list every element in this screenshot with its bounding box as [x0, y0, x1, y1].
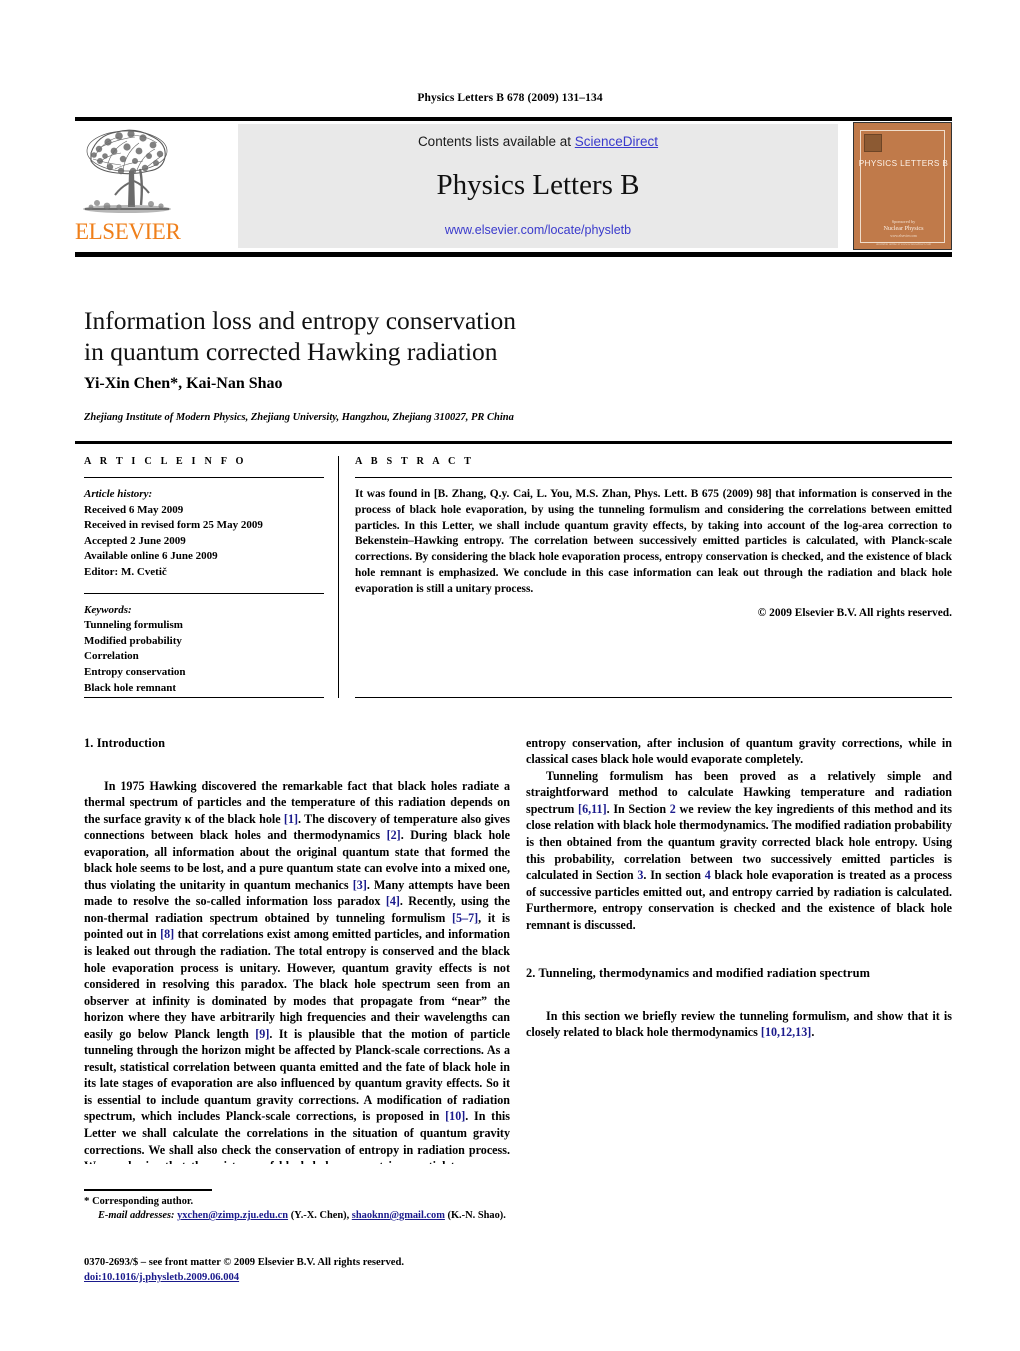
abstract-divider [355, 477, 952, 478]
keywords-label: Keywords: [84, 603, 132, 616]
section-heading-tunneling: 2. Tunneling, thermodynamics and modifie… [526, 966, 871, 981]
elsevier-tree-icon [83, 129, 171, 213]
history-item: Received in revised form 25 May 2009 [84, 519, 263, 532]
contents-prefix-text: Contents lists available at [417, 134, 575, 149]
article-info-bottom-rule [84, 697, 324, 698]
keywords-divider [84, 592, 324, 594]
journal-url-link[interactable]: www.elsevier.com/locate/physletb [238, 223, 838, 237]
text-run: that correlations exist among emitted pa… [84, 927, 510, 1041]
text-run: In this section we briefly review the tu… [526, 1008, 952, 1040]
article-title: Information loss and entropy conservatio… [84, 305, 724, 367]
body-column-left: 1. Introduction In 1975 Hawking discover… [84, 735, 510, 1164]
abstract-copyright: © 2009 Elsevier B.V. All rights reserved… [757, 606, 952, 619]
abstract-column: A B S T R A C T It was found in [B. Zhan… [355, 456, 952, 619]
cover-title: PHYSICS LETTERS B [858, 159, 949, 168]
journal-title: Physics Letters B [436, 169, 640, 201]
citation-link[interactable]: [4] [386, 894, 400, 908]
citation-link[interactable]: [10,12,13] [761, 1025, 811, 1039]
footnote-block: * Corresponding author. E-mail addresses… [84, 1194, 510, 1223]
footnote-rule [84, 1189, 212, 1191]
citation-link[interactable]: [5–7] [452, 911, 478, 925]
cover-footline-4: Available online at www.sciencedirect.co… [875, 242, 932, 246]
journal-article-page: Physics Letters B 678 (2009) 131–134 ELS… [0, 0, 1020, 1351]
article-history-block: Article history: Received 6 May 2009 Rec… [84, 487, 324, 581]
article-info-heading: A R T I C L E I N F O [84, 456, 247, 467]
text-run: . In Section [606, 801, 670, 816]
corresponding-author-text: Corresponding author. [92, 1196, 194, 1207]
running-head: Physics Letters B 678 (2009) 131–134 [417, 92, 603, 104]
doi-link[interactable]: doi:10.1016/j.physletb.2009.06.004 [84, 1272, 239, 1283]
elsevier-wordmark: ELSEVIER [75, 219, 181, 244]
citation-link[interactable]: [9] [255, 1027, 269, 1041]
citation-link[interactable]: [3] [353, 878, 367, 892]
keyword-item: Black hole remnant [84, 681, 177, 694]
cover-emblem-icon [864, 134, 882, 152]
metadata-top-rule [75, 441, 952, 444]
keywords-block: Keywords: Tunneling formulism Modified p… [84, 603, 324, 697]
article-title-line-1: Information loss and entropy conservatio… [84, 306, 516, 335]
journal-cover-thumbnail: PHYSICS LETTERS B Sponsored by Nuclear P… [853, 122, 952, 250]
email-link-chen[interactable]: yxchen@zimp.zju.edu.cn [177, 1210, 288, 1221]
footnote-marker: * [84, 1195, 90, 1207]
history-item: Received 6 May 2009 [84, 503, 184, 516]
email-link-shao[interactable]: shaoknn@gmail.com [352, 1210, 445, 1221]
issn-copyright-line: 0370-2693/$ – see front matter © 2009 El… [84, 1257, 404, 1268]
abstract-text: It was found in [B. Zhang, Q.y. Cai, L. … [355, 488, 952, 595]
keyword-item: Modified probability [84, 634, 182, 647]
citation-link[interactable]: [2] [387, 828, 401, 842]
abstract-bottom-rule [355, 697, 952, 698]
journal-banner: Contents lists available at ScienceDirec… [238, 124, 838, 248]
author-list: Yi-Xin Chen*, Kai-Nan Shao [84, 375, 283, 392]
cover-footline-1: Sponsored by [891, 219, 916, 224]
text-run: . In section [643, 868, 705, 883]
info-abstract-divider [338, 456, 339, 698]
history-item: Available online 6 June 2009 [84, 550, 218, 563]
paragraph: Tunneling formulism has been proved as a… [526, 768, 952, 933]
article-info-column: A R T I C L E I N F O Article history: R… [84, 456, 324, 696]
email-author-chen: (Y.-X. Chen), [290, 1210, 350, 1221]
history-item: Editor: M. Cvetič [84, 565, 167, 578]
article-title-line-2: in quantum corrected Hawking radiation [84, 337, 498, 366]
imprint-block: 0370-2693/$ – see front matter © 2009 El… [84, 1256, 544, 1285]
citation-link[interactable]: [6,11] [578, 802, 607, 816]
sciencedirect-link[interactable]: ScienceDirect [575, 134, 658, 149]
abstract-heading: A B S T R A C T [355, 456, 475, 467]
elsevier-logo: ELSEVIER [75, 123, 181, 249]
cover-footline-2: Nuclear Physics [883, 225, 924, 232]
citation-link[interactable]: [10] [445, 1109, 465, 1123]
masthead-bottom-rule [75, 252, 952, 257]
paragraph: In 1975 Hawking discovered the remarkabl… [84, 778, 510, 1165]
contents-available-line: Contents lists available at ScienceDirec… [238, 134, 838, 149]
journal-masthead: ELSEVIER Contents lists available at Sci… [75, 120, 952, 252]
keyword-item: Entropy conservation [84, 665, 186, 678]
email-line: E-mail addresses: yxchen@zimp.zju.edu.cn… [84, 1209, 510, 1223]
section-heading-introduction: 1. Introduction [84, 736, 166, 750]
body-column-right: In 1975 Hawking discovered the remarkabl… [526, 735, 952, 1041]
keyword-item: Correlation [84, 650, 139, 663]
affiliation: Zhejiang Institute of Modern Physics, Zh… [84, 412, 514, 423]
article-info-divider [84, 477, 324, 478]
cover-footline-3: www.elsevier.com [890, 234, 917, 238]
journal-url-text: www.elsevier.com/locate/physletb [444, 223, 632, 237]
paragraph: In this section we briefly review the tu… [526, 1008, 952, 1041]
history-item: Accepted 2 June 2009 [84, 534, 186, 547]
article-history-label: Article history: [84, 488, 153, 500]
text-run: . [811, 1025, 815, 1040]
citation-link[interactable]: [8] [160, 927, 174, 941]
text-run: . In this Letter we shall calculate the … [526, 735, 952, 767]
corresponding-author-note: * Corresponding author. [84, 1194, 510, 1209]
keyword-item: Tunneling formulism [84, 619, 183, 632]
email-author-shao: (K.-N. Shao). [447, 1210, 506, 1221]
paragraph-continued: In 1975 Hawking discovered the remarkabl… [526, 735, 952, 768]
citation-link[interactable]: [1] [284, 812, 298, 826]
email-label: E-mail addresses: [98, 1210, 175, 1221]
